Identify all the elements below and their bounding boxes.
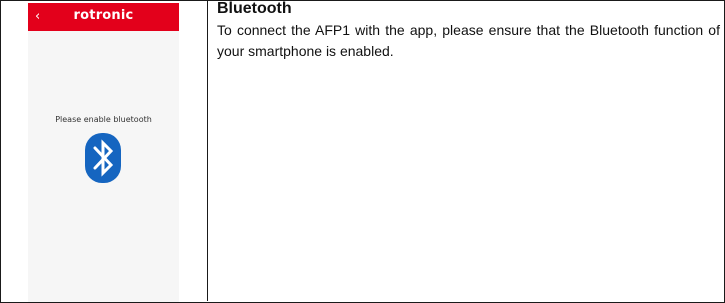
brand-logo: rotronic (73, 8, 134, 23)
section-heading: Bluetooth (217, 0, 292, 17)
app-header: ‹ rotronic (28, 3, 179, 31)
bluetooth-icon (85, 133, 121, 183)
section-text: To connect the AFP1 with the app, please… (217, 22, 720, 59)
table-divider (207, 0, 208, 301)
phone-screenshot: ‹ rotronic Please enable bluetooth (28, 3, 179, 302)
enable-bluetooth-prompt: Please enable bluetooth (55, 115, 152, 124)
